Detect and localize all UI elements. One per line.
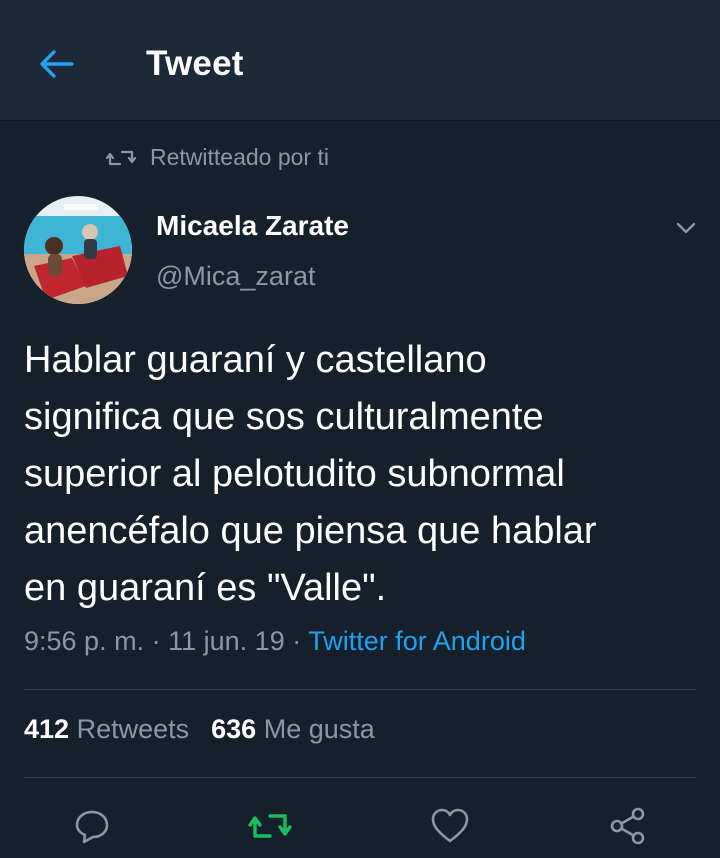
tweet-stats: 412 Retweets 636 Me gusta — [24, 714, 375, 745]
retweet-icon — [106, 150, 136, 165]
retweet-context: Retwitteado por ti — [106, 144, 329, 171]
tweet-text: Hablar guaraní y castellano significa qu… — [24, 332, 704, 617]
retweets-count: 412 — [24, 714, 70, 744]
likes-count: 636 — [211, 714, 257, 744]
likes-label: Me gusta — [263, 714, 375, 744]
tweet-actions — [0, 800, 720, 858]
heart-icon — [431, 808, 469, 843]
avatar[interactable] — [24, 196, 132, 304]
tweet-time: 9:56 p. m. — [24, 626, 145, 656]
author-handle[interactable]: @Mica_zarat — [156, 261, 315, 292]
retweet-context-label: Retwitteado por ti — [150, 144, 329, 170]
tweet-text-line: Hablar guaraní y castellano — [24, 339, 487, 381]
retweets-stat[interactable]: 412 Retweets — [24, 714, 189, 744]
like-button[interactable] — [428, 804, 472, 848]
meta-separator: · — [292, 626, 302, 656]
divider — [24, 689, 696, 690]
chevron-down-icon — [676, 222, 696, 234]
likes-stat[interactable]: 636 Me gusta — [211, 714, 375, 744]
tweet-source-link[interactable]: Twitter for Android — [308, 626, 526, 656]
divider — [24, 777, 696, 778]
share-button[interactable] — [606, 804, 650, 848]
tweet-date: 11 jun. 19 — [168, 626, 285, 656]
reply-button[interactable] — [70, 804, 114, 848]
share-icon — [610, 807, 645, 845]
meta-separator: · — [151, 626, 161, 656]
tweet-text-line: en guaraní es "Valle". — [24, 567, 387, 609]
back-button[interactable] — [36, 44, 76, 84]
tweet-text-line: superior al pelotudito subnormal — [24, 453, 565, 495]
top-app-bar: Tweet — [0, 0, 720, 121]
reply-icon — [75, 810, 109, 844]
retweet-button[interactable] — [248, 804, 292, 848]
tweet-metadata: 9:56 p. m. · 11 jun. 19 · Twitter for An… — [24, 626, 526, 657]
back-arrow-icon — [40, 50, 74, 78]
tweet-text-line: significa que sos culturalmente — [24, 396, 544, 438]
retweets-label: Retweets — [76, 714, 190, 744]
retweet-icon — [248, 814, 292, 838]
tweet-menu-button[interactable] — [672, 214, 700, 242]
page-title: Tweet — [146, 44, 244, 83]
author-name[interactable]: Micaela Zarate — [156, 210, 349, 242]
tweet-text-line: anencéfalo que piensa que hablar — [24, 510, 597, 552]
